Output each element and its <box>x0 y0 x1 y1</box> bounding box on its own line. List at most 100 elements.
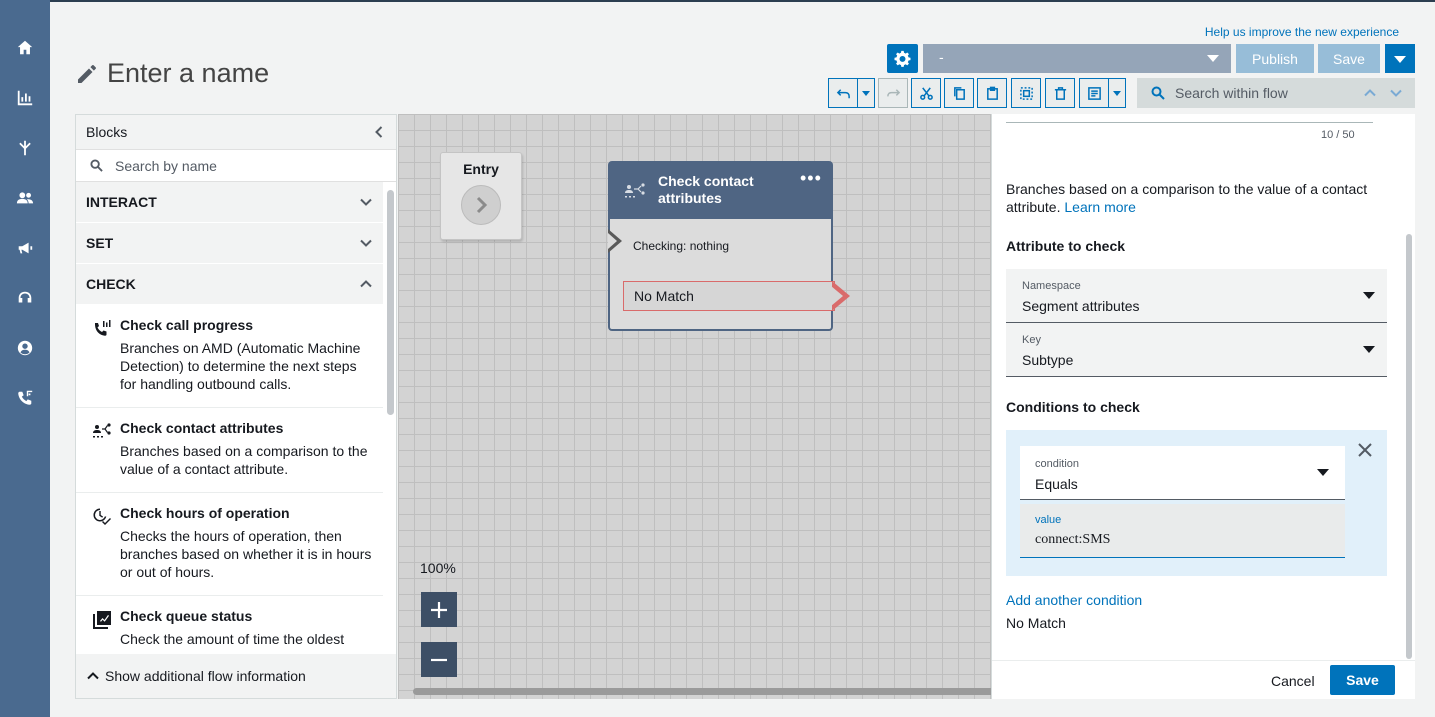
node-header: Check contact attributes ••• <box>610 163 831 219</box>
zoom-in-button[interactable] <box>421 592 457 627</box>
block-check-call-progress[interactable]: Check call progress Branches on AMD (Aut… <box>76 305 383 408</box>
show-flow-info-toggle[interactable]: Show additional flow information <box>76 654 396 698</box>
entry-block[interactable]: Entry <box>440 152 522 240</box>
check-contact-attributes-node[interactable]: Check contact attributes ••• Checking: n… <box>608 161 850 331</box>
block-check-contact-attributes[interactable]: Check contact attributes Branches based … <box>76 408 383 493</box>
window-top-border <box>50 0 1435 2</box>
flow-settings-button[interactable] <box>887 44 918 73</box>
attribute-heading: Attribute to check <box>1006 238 1126 254</box>
nav-users[interactable] <box>0 180 50 216</box>
category-check[interactable]: CHECK <box>76 264 383 305</box>
page-title-area[interactable]: Enter a name <box>75 58 269 89</box>
cut-button[interactable] <box>911 78 941 108</box>
node-input-connector[interactable] <box>608 229 622 253</box>
plus-icon <box>431 601 447 618</box>
flow-canvas[interactable]: Entry Check contact attributes ••• Check… <box>398 114 991 699</box>
learn-more-link[interactable]: Learn more <box>1064 199 1136 215</box>
version-select[interactable]: - <box>923 44 1231 73</box>
analytics-icon <box>17 90 33 106</box>
category-set[interactable]: SET <box>76 223 383 264</box>
zoom-out-button[interactable] <box>421 642 457 677</box>
nav-profile[interactable] <box>0 330 50 366</box>
no-match-output-connector[interactable] <box>831 281 850 311</box>
paste-button[interactable] <box>977 78 1007 108</box>
no-match-branch[interactable]: No Match <box>623 281 835 311</box>
nav-routing[interactable] <box>0 130 50 166</box>
copy-button[interactable] <box>944 78 974 108</box>
condition-operator-select[interactable]: condition Equals <box>1020 446 1345 500</box>
copy-icon <box>953 86 965 100</box>
left-nav-rail <box>0 0 50 717</box>
chevron-down-icon <box>1207 55 1219 62</box>
redo-button[interactable] <box>878 78 908 108</box>
blocks-panel: Blocks INTERACT SET CHECK Check call pro… <box>75 114 397 699</box>
more-options-icon[interactable]: ••• <box>800 169 822 187</box>
cancel-button[interactable]: Cancel <box>1271 673 1315 689</box>
annotation-button[interactable] <box>1079 78 1109 108</box>
redo-icon <box>886 88 900 96</box>
search-next-button[interactable] <box>1389 86 1403 100</box>
phone-channels-icon <box>18 390 33 405</box>
entry-connector[interactable] <box>461 185 501 225</box>
condition-label: condition <box>1035 458 1080 470</box>
canvas-horizontal-scrollbar[interactable] <box>413 688 991 695</box>
save-options-dropdown[interactable] <box>1385 44 1415 73</box>
headset-icon <box>18 291 32 303</box>
undo-button[interactable] <box>828 78 858 108</box>
annotation-icon <box>1087 86 1101 100</box>
blocks-panel-title: Blocks <box>86 124 128 140</box>
block-description: Check the amount of time the oldest <box>120 631 345 647</box>
key-select[interactable]: Key Subtype <box>1006 323 1387 377</box>
value-label: value <box>1035 514 1062 526</box>
nav-channels[interactable] <box>0 380 50 416</box>
search-previous-button[interactable] <box>1363 86 1377 100</box>
nav-contact-control[interactable] <box>0 280 50 316</box>
show-flow-info-label: Show additional flow information <box>105 668 306 684</box>
nav-campaigns[interactable] <box>0 230 50 266</box>
no-match-label: No Match <box>1006 615 1066 631</box>
chevron-up-icon <box>87 672 99 680</box>
undo-history-dropdown[interactable] <box>857 78 875 108</box>
pencil-icon <box>75 62 99 86</box>
chevron-down-icon <box>1363 292 1375 299</box>
add-condition-link[interactable]: Add another condition <box>1006 592 1142 608</box>
undo-icon <box>836 88 850 98</box>
contact-attributes-icon <box>625 183 645 198</box>
search-icon <box>90 159 103 172</box>
save-button[interactable]: Save <box>1330 665 1395 695</box>
namespace-select[interactable]: Namespace Segment attributes <box>1006 269 1387 323</box>
flow-search-bar[interactable]: Search within flow <box>1137 78 1415 108</box>
contact-attributes-icon <box>93 423 111 438</box>
page-title: Enter a name <box>107 58 270 88</box>
save-flow-button[interactable]: Save <box>1318 44 1380 73</box>
chevron-down-icon <box>1390 89 1402 97</box>
blocks-scrollbar[interactable] <box>387 190 394 415</box>
condition-value: Equals <box>1035 476 1078 492</box>
remove-condition-button[interactable] <box>1357 442 1373 458</box>
block-check-queue-status[interactable]: Check queue status Check the amount of t… <box>76 596 383 654</box>
block-description: Branches based on a comparison to the va… <box>1006 180 1386 216</box>
category-interact[interactable]: INTERACT <box>76 182 383 223</box>
chevron-down-icon <box>1317 469 1329 476</box>
select-all-button[interactable] <box>1011 78 1041 108</box>
chevron-down-icon <box>1363 346 1375 353</box>
nav-home[interactable] <box>0 30 50 66</box>
search-icon <box>1151 86 1165 100</box>
delete-button[interactable] <box>1045 78 1075 108</box>
nav-analytics[interactable] <box>0 80 50 116</box>
condition-value-input[interactable]: value connect:SMS <box>1020 504 1345 558</box>
block-description: Branches on AMD (Automatic Machine Detec… <box>120 340 361 392</box>
routing-icon <box>19 140 31 156</box>
collapse-panel-button[interactable] <box>372 125 386 139</box>
chevron-down-icon <box>360 198 372 206</box>
flow-search-input[interactable]: Search within flow <box>1175 85 1363 101</box>
profile-icon <box>17 340 33 356</box>
block-check-hours-of-operation[interactable]: Check hours of operation Checks the hour… <box>76 493 383 596</box>
blocks-search <box>76 150 396 182</box>
blocks-search-input[interactable] <box>115 157 365 174</box>
properties-scrollbar[interactable] <box>1406 234 1412 659</box>
annotation-dropdown[interactable] <box>1108 78 1126 108</box>
help-improve-link[interactable]: Help us improve the new experience <box>1205 25 1399 39</box>
zoom-level: 100% <box>420 560 456 576</box>
publish-button[interactable]: Publish <box>1236 44 1314 73</box>
